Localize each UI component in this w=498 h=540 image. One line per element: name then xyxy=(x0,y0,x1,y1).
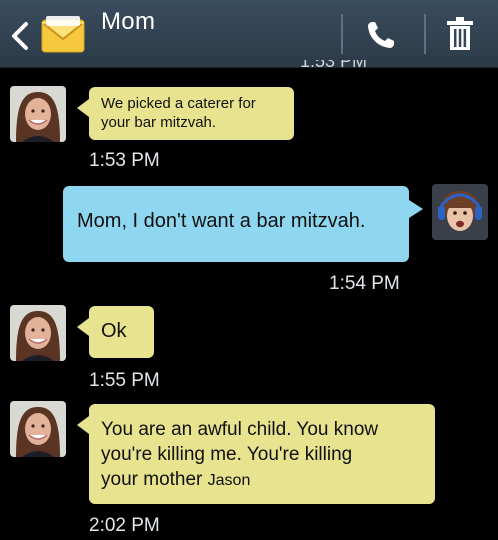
back-button[interactable] xyxy=(6,16,34,56)
avatar-mom xyxy=(10,401,66,457)
message-text: Mom, I don't want a bar mitzvah. xyxy=(77,210,366,232)
message-text: Ok xyxy=(101,320,127,342)
chevron-left-icon xyxy=(12,22,28,50)
message-bubble-incoming[interactable]: We picked a caterer for your bar mitzvah… xyxy=(77,87,294,140)
header-divider xyxy=(341,14,343,54)
message-text-line: your mother Jason xyxy=(101,467,423,493)
avatar-jason xyxy=(432,184,488,240)
message-timestamp: 1:53 PM xyxy=(89,150,160,171)
message-bubble-incoming[interactable]: Ok xyxy=(77,306,154,358)
message-signature: Jason xyxy=(207,472,251,489)
message-text-line: You are an awful child. You know xyxy=(101,419,379,440)
message-timestamp: 2:02 PM xyxy=(89,515,160,536)
message-text-line: We picked a caterer for xyxy=(101,95,256,112)
phone-icon xyxy=(368,22,394,48)
header-divider xyxy=(424,14,426,54)
mom-avatar-icon xyxy=(10,305,66,361)
message-timestamp: 1:55 PM xyxy=(89,370,160,391)
message-text-line: your bar mitzvah. xyxy=(101,114,217,131)
message-timestamp: 1:54 PM xyxy=(329,273,400,294)
call-button[interactable] xyxy=(356,14,406,56)
cut-timestamp: 1:53 PM xyxy=(300,60,368,71)
mom-avatar-icon xyxy=(10,401,66,457)
delete-button[interactable] xyxy=(438,14,482,56)
avatar-mom xyxy=(10,86,66,142)
message-bubble-incoming[interactable]: You are an awful child. You know you're … xyxy=(77,404,435,504)
conversation-header: Mom xyxy=(0,0,498,68)
jason-avatar-icon xyxy=(432,184,488,240)
contact-name: Mom xyxy=(101,8,156,35)
message-bubble-outgoing[interactable]: Mom, I don't want a bar mitzvah. xyxy=(63,186,423,262)
message-text-line: you're killing me. You're killing xyxy=(101,444,353,465)
mom-avatar-icon xyxy=(10,86,66,142)
avatar-mom xyxy=(10,305,66,361)
message-text: your mother xyxy=(101,469,203,490)
trash-icon xyxy=(447,17,473,50)
envelope-icon xyxy=(40,14,86,56)
